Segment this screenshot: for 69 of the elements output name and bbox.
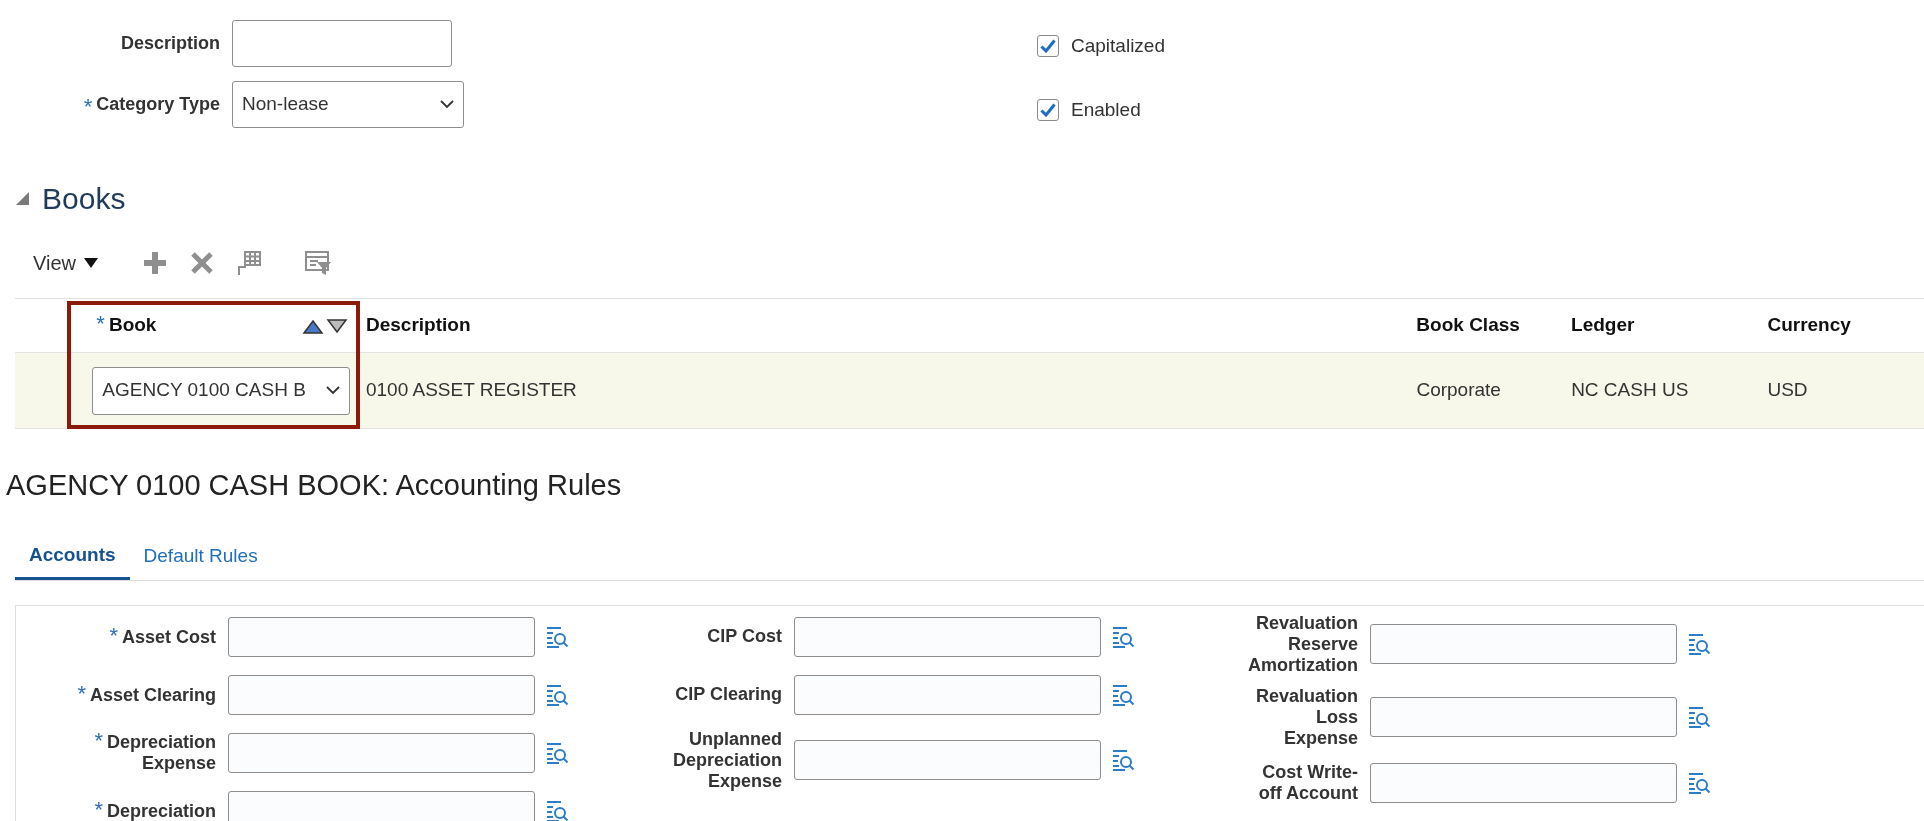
collapse-triangle-icon[interactable] xyxy=(15,191,30,206)
tab[interactable]: Accounts xyxy=(15,533,130,580)
input-field[interactable] xyxy=(232,20,452,67)
column-header[interactable]: Currency xyxy=(1767,311,1851,340)
checkbox-label: Capitalized xyxy=(1071,34,1165,58)
table-cell-text: 0100 ASSET REGISTER xyxy=(366,378,577,403)
field-label: Asset Cost xyxy=(121,626,216,647)
chevron-down-icon xyxy=(440,100,454,109)
field-label: Cost Write-off Account xyxy=(1258,761,1358,803)
required-marker: * xyxy=(94,728,103,753)
input-field[interactable] xyxy=(1370,762,1677,803)
field-label: Revaluation Reserve Amortization xyxy=(1248,612,1358,675)
checkbox-label: Enabled xyxy=(1071,97,1141,122)
section-title: Books xyxy=(42,181,126,217)
chevron-down-icon xyxy=(326,386,341,395)
checkbox[interactable] xyxy=(1037,35,1059,58)
view-menu[interactable]: View xyxy=(33,248,98,278)
search-list-icon[interactable] xyxy=(1687,632,1711,656)
column-header[interactable]: Book xyxy=(108,311,157,340)
search-list-icon[interactable] xyxy=(1687,705,1711,729)
field-label: Revaluation Loss Expense xyxy=(1255,685,1358,748)
checkbox[interactable] xyxy=(1037,98,1059,121)
select-field[interactable]: Non-lease xyxy=(232,81,464,128)
search-list-icon[interactable] xyxy=(545,740,569,765)
search-list-icon[interactable] xyxy=(545,798,569,821)
required-marker: * xyxy=(83,95,93,118)
search-list-icon[interactable] xyxy=(1111,748,1135,772)
add-icon[interactable] xyxy=(142,250,168,276)
select-field[interactable]: AGENCY 0100 CASH B xyxy=(92,366,351,415)
filter-table-icon[interactable] xyxy=(304,250,332,276)
field-label: Description xyxy=(120,32,220,55)
column-header[interactable]: Description xyxy=(366,311,471,340)
field-label: Depreciation xyxy=(106,800,216,821)
required-marker: * xyxy=(77,680,86,706)
field-label: CIP Clearing xyxy=(675,684,782,704)
table-cell-text: Corporate xyxy=(1416,378,1501,403)
field-label: Category Type xyxy=(96,93,220,116)
sort-arrows-icon[interactable] xyxy=(302,316,348,335)
input-field[interactable] xyxy=(228,616,535,657)
dropdown-triangle-icon xyxy=(84,258,98,268)
search-list-icon[interactable] xyxy=(1687,770,1711,795)
field-label: Asset Clearing xyxy=(89,684,216,705)
input-field[interactable] xyxy=(228,790,535,821)
field-label: Unplanned Depreciation Expense xyxy=(672,728,782,791)
section-title: AGENCY 0100 CASH BOOK: Accounting Rules xyxy=(6,468,623,503)
search-list-icon[interactable] xyxy=(1111,682,1135,707)
input-field[interactable] xyxy=(794,674,1101,715)
column-header[interactable]: Book Class xyxy=(1416,311,1520,340)
input-field[interactable] xyxy=(794,616,1101,657)
search-list-icon[interactable] xyxy=(545,624,569,649)
input-field[interactable] xyxy=(1370,624,1677,664)
table-cell-text: USD xyxy=(1767,378,1808,403)
required-marker: * xyxy=(94,796,103,821)
search-list-icon[interactable] xyxy=(1111,624,1135,649)
freeze-table-icon[interactable] xyxy=(236,250,262,276)
input-field[interactable] xyxy=(228,674,535,715)
required-marker: * xyxy=(109,622,118,648)
field-label: Depreciation Expense xyxy=(106,732,216,773)
tab[interactable]: Default Rules xyxy=(129,533,272,580)
input-field[interactable] xyxy=(1370,697,1677,737)
input-field[interactable] xyxy=(794,740,1101,780)
field-label: CIP Cost xyxy=(707,626,782,646)
search-list-icon[interactable] xyxy=(545,682,569,707)
column-header[interactable]: Ledger xyxy=(1571,311,1635,340)
input-field[interactable] xyxy=(228,732,535,773)
delete-icon[interactable] xyxy=(190,251,214,275)
required-marker: * xyxy=(96,313,105,336)
table-row[interactable]: AGENCY 0100 CASH B 0100 ASSET REGISTER Corporate NC CASH US USD xyxy=(15,353,1924,429)
table-cell-text: NC CASH US xyxy=(1571,378,1689,403)
